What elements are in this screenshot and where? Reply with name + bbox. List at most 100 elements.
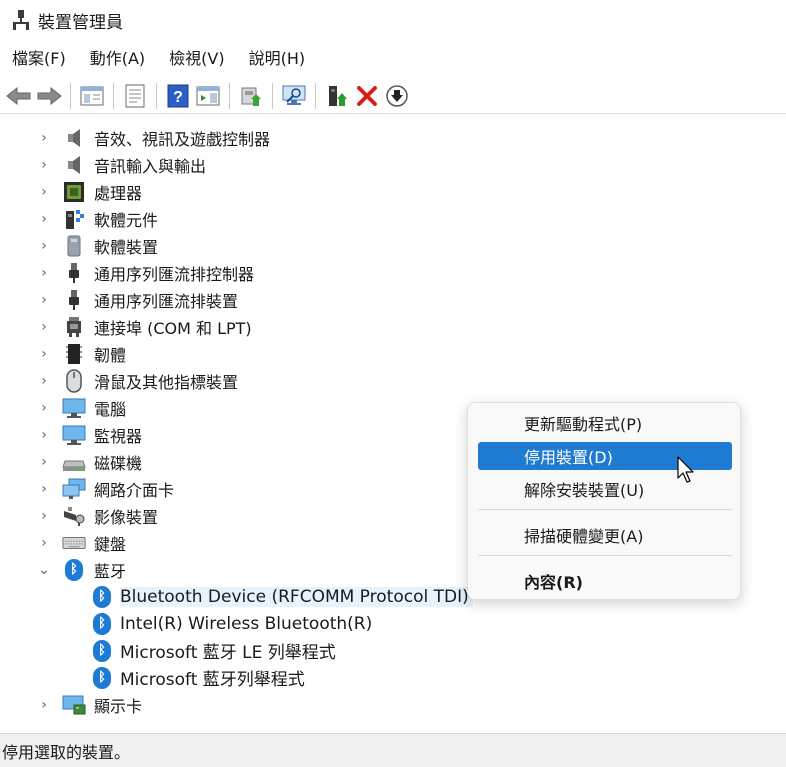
tree-category[interactable]: › 網路介面卡 [0,475,174,502]
bluetooth-icon: ᛒ [90,666,114,689]
tree-device-selected[interactable]: ᛒ Bluetooth Device (RFCOMM Protocol TDI) [0,583,473,610]
tree-label: 音訊輸入與輸出 [94,156,207,176]
properties-icon[interactable] [120,81,150,111]
tree-device[interactable]: ᛒ Microsoft 藍牙 LE 列舉程式 [0,637,336,664]
tree-label: 通用序列匯流排裝置 [94,291,239,311]
menu-action[interactable]: 動作(A) [78,44,157,74]
tree-label: 電腦 [94,399,127,419]
tree-label: Bluetooth Device (RFCOMM Protocol TDI) [120,586,473,607]
tree-category[interactable]: › 電腦 [0,394,126,421]
status-bar: 停用選取的裝置。 [0,733,786,767]
tree-category[interactable]: › 磁碟機 [0,448,142,475]
camera-icon [62,505,86,527]
tree-category[interactable]: › 鍵盤 [0,529,126,556]
menu-help[interactable]: 說明(H) [237,44,318,74]
chevron-right-icon[interactable]: › [34,454,54,470]
tree-device[interactable]: ᛒ Intel(R) Wireless Bluetooth(R) [0,610,372,637]
toolbar: ? [0,78,786,114]
bluetooth-icon: ᛒ [90,585,114,608]
forward-icon[interactable] [34,81,64,111]
chevron-right-icon[interactable]: › [34,481,54,497]
chevron-right-icon[interactable]: › [34,400,54,416]
uninstall-icon[interactable] [352,81,382,111]
usb-icon [62,289,86,311]
tree-category[interactable]: › 處理器 [0,178,142,205]
mouse-icon [62,368,86,393]
network-adapter-icon [62,478,86,500]
menu-item-scan-hardware[interactable]: 掃描硬體變更(A) [478,521,732,549]
tree-category[interactable]: › 連接埠 (COM 和 LPT) [0,313,252,340]
update-driver-icon[interactable] [236,81,266,111]
back-icon[interactable] [4,81,34,111]
chevron-right-icon[interactable]: › [34,265,54,281]
bluetooth-icon: ᛒ [62,558,86,581]
chevron-right-icon[interactable]: › [34,211,54,227]
tree-label: 通用序列匯流排控制器 [94,264,255,284]
tree-label: 監視器 [94,426,143,446]
tree-label: 韌體 [94,345,127,365]
tree-label: 處理器 [94,183,143,203]
tree-label: 音效、視訊及遊戲控制器 [94,129,271,149]
device-manager-icon [12,10,30,30]
chevron-right-icon[interactable]: › [34,373,54,389]
speaker-icon [62,154,86,176]
toolbar-separator [272,82,273,109]
disable-device-icon[interactable] [382,81,412,111]
chevron-right-icon[interactable]: › [34,427,54,443]
tree-label: 軟體裝置 [94,237,159,257]
keyboard-icon [62,532,86,554]
tree-category-expanded[interactable]: ⌄ ᛒ 藍牙 [0,556,126,583]
tree-category[interactable]: › 軟體元件 [0,205,158,232]
scan-hardware-icon[interactable] [279,81,309,111]
chevron-right-icon[interactable]: › [34,535,54,551]
chevron-right-icon[interactable]: › [34,157,54,173]
tree-label: 顯示卡 [94,696,143,716]
chevron-right-icon[interactable]: › [34,508,54,524]
context-menu: 更新驅動程式(P) 停用裝置(D) 解除安裝裝置(U) 掃描硬體變更(A) 內容… [467,402,741,600]
menu-item-properties[interactable]: 內容(R) [478,567,732,595]
bluetooth-icon: ᛒ [90,612,114,635]
tree-label: 軟體元件 [94,210,159,230]
tree-label: 鍵盤 [94,534,127,554]
chevron-right-icon[interactable]: › [34,238,54,254]
status-text: 停用選取的裝置。 [2,742,131,762]
firmware-icon [62,343,86,365]
show-hide-console-icon[interactable] [77,81,107,111]
chevron-right-icon[interactable]: › [34,130,54,146]
chevron-down-icon[interactable]: ⌄ [34,562,54,578]
tree-label: 連接埠 (COM 和 LPT) [94,318,252,338]
menu-item-update-driver[interactable]: 更新驅動程式(P) [478,409,732,437]
usb-icon [62,262,86,284]
action-pane-icon[interactable] [193,81,223,111]
tree-device[interactable]: ᛒ Microsoft 藍牙列舉程式 [0,664,305,691]
mouse-cursor-icon [676,456,696,484]
tree-category[interactable]: › 音效、視訊及遊戲控制器 [0,124,270,151]
chevron-right-icon[interactable]: › [34,346,54,362]
tree-category[interactable]: › 監視器 [0,421,142,448]
monitor-icon [62,424,86,446]
tree-category[interactable]: › 通用序列匯流排裝置 [0,286,238,313]
tree-category[interactable]: › 滑鼠及其他指標裝置 [0,367,238,394]
chevron-right-icon[interactable]: › [34,697,54,713]
tree-label: 藍牙 [94,561,127,581]
processor-icon [62,181,86,203]
title-bar: 裝置管理員 [0,0,786,40]
chevron-right-icon[interactable]: › [34,292,54,308]
menu-bar: 檔案(F) 動作(A) 檢視(V) 說明(H) [0,44,317,74]
tree-category[interactable]: › 音訊輸入與輸出 [0,151,206,178]
tree-category[interactable]: › 通用序列匯流排控制器 [0,259,254,286]
bluetooth-icon: ᛒ [90,639,114,662]
tree-category[interactable]: › 韌體 [0,340,126,367]
tree-category[interactable]: › 軟體裝置 [0,232,158,259]
enable-device-icon[interactable] [322,81,352,111]
menu-file[interactable]: 檔案(F) [0,44,78,74]
svg-text:?: ? [173,89,183,106]
tree-category[interactable]: › 顯示卡 [0,691,142,718]
tree-category[interactable]: › 影像裝置 [0,502,158,529]
help-icon[interactable]: ? [163,81,193,111]
toolbar-separator [229,82,230,109]
menu-view[interactable]: 檢視(V) [157,44,236,74]
display-adapter-icon [62,694,86,716]
chevron-right-icon[interactable]: › [34,184,54,200]
chevron-right-icon[interactable]: › [34,319,54,335]
